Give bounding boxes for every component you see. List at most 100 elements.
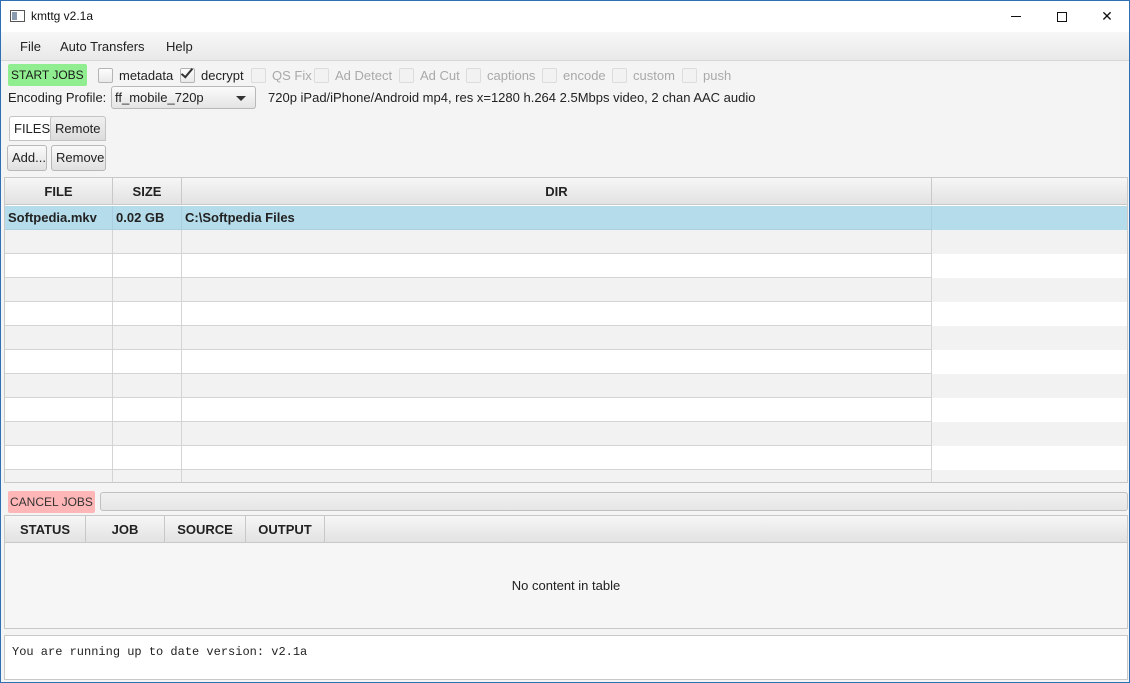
table-row[interactable]: Softpedia.mkv 0.02 GB C:\Softpedia Files xyxy=(5,206,1127,230)
close-button[interactable]: ✕ xyxy=(1084,1,1130,32)
column-header-output[interactable]: OUTPUT xyxy=(246,516,325,543)
table-cell-dir xyxy=(182,398,932,422)
table-cell-size xyxy=(113,398,182,422)
message-text: You are running up to date version: v2.1… xyxy=(12,645,308,659)
metadata-checkbox[interactable]: metadata xyxy=(98,67,173,83)
encoding-description: 720p iPad/iPhone/Android mp4, res x=1280… xyxy=(268,90,756,105)
cancel-jobs-button[interactable]: CANCEL JOBS xyxy=(8,491,95,513)
checkbox-label: decrypt xyxy=(201,67,244,83)
checkbox-box xyxy=(399,67,414,83)
checkbox-label: encode xyxy=(563,67,606,83)
remove-button[interactable]: Remove xyxy=(51,145,106,171)
maximize-icon xyxy=(1057,11,1067,22)
table-row[interactable] xyxy=(5,470,1127,482)
encode-checkbox: encode xyxy=(542,67,606,83)
start-jobs-button[interactable]: START JOBS xyxy=(8,64,87,86)
title-bar: kmttg v2.1a ✕ xyxy=(1,1,1129,32)
table-cell-file xyxy=(5,374,113,398)
app-icon xyxy=(10,10,25,22)
column-header-dir[interactable]: DIR xyxy=(182,178,932,205)
table-row[interactable] xyxy=(5,326,1127,350)
column-header-size[interactable]: SIZE xyxy=(113,178,182,205)
table-cell-size xyxy=(113,254,182,278)
table-row[interactable] xyxy=(5,374,1127,398)
jobs-table[interactable]: STATUS JOB SOURCE OUTPUT No content in t… xyxy=(4,515,1128,629)
checkbox-label: metadata xyxy=(119,67,174,83)
table-cell-size xyxy=(113,350,182,374)
table-row[interactable] xyxy=(5,422,1127,446)
table-cell-file xyxy=(5,326,113,350)
push-checkbox: push xyxy=(682,67,731,83)
checkbox-box xyxy=(682,67,697,83)
table-cell-file xyxy=(5,254,113,278)
checkbox-label: custom xyxy=(633,67,675,83)
checkbox-label: Ad Cut xyxy=(420,67,460,83)
checkbox-box xyxy=(542,67,557,83)
table-cell-dir xyxy=(182,326,932,350)
column-header-blank xyxy=(932,178,1127,205)
column-header-status[interactable]: STATUS xyxy=(5,516,86,543)
add-button[interactable]: Add... xyxy=(7,145,47,171)
ad-cut-checkbox: Ad Cut xyxy=(399,67,460,83)
files-table-header: FILE SIZE DIR xyxy=(5,178,1127,205)
table-cell-size xyxy=(113,470,182,482)
table-row[interactable] xyxy=(5,446,1127,470)
message-log[interactable]: You are running up to date version: v2.1… xyxy=(4,635,1128,680)
qs-fix-checkbox: QS Fix xyxy=(251,67,312,83)
encoding-profile-label: Encoding Profile: xyxy=(8,90,107,105)
table-row[interactable] xyxy=(5,254,1127,278)
window-title: kmttg v2.1a xyxy=(31,9,94,23)
checkbox-label: Ad Detect xyxy=(335,67,393,83)
tab-files[interactable]: FILES xyxy=(9,116,56,141)
checkmark-icon xyxy=(180,64,194,79)
table-cell-dir xyxy=(182,422,932,446)
table-cell-dir xyxy=(182,374,932,398)
custom-checkbox: custom xyxy=(612,67,675,83)
table-cell-size xyxy=(113,326,182,350)
close-icon: ✕ xyxy=(1101,8,1113,24)
table-row[interactable] xyxy=(5,350,1127,374)
maximize-button[interactable] xyxy=(1039,1,1085,32)
table-cell-file: Softpedia.mkv xyxy=(5,206,113,230)
table-row[interactable] xyxy=(5,230,1127,254)
menu-bar: File Auto Transfers Help xyxy=(1,32,1129,61)
table-cell-dir xyxy=(182,278,932,302)
table-cell-size xyxy=(113,422,182,446)
checkbox-label: push xyxy=(703,67,732,83)
checkbox-label: QS Fix xyxy=(272,67,312,83)
checkbox-box xyxy=(98,67,113,83)
tab-remote[interactable]: Remote xyxy=(50,116,106,141)
menu-help[interactable]: Help xyxy=(166,39,193,54)
checkbox-box xyxy=(314,67,329,83)
checkbox-box xyxy=(466,67,481,83)
column-header-job[interactable]: JOB xyxy=(86,516,165,543)
table-cell-size xyxy=(113,302,182,326)
captions-checkbox: captions xyxy=(466,67,535,83)
column-header-source[interactable]: SOURCE xyxy=(165,516,246,543)
table-cell-dir xyxy=(182,446,932,470)
files-table[interactable]: FILE SIZE DIR Softpedia.mkv 0.02 GB C:\Sof… xyxy=(4,177,1128,483)
table-cell-file xyxy=(5,398,113,422)
table-row[interactable] xyxy=(5,398,1127,422)
table-cell-file xyxy=(5,470,113,482)
checkbox-label: captions xyxy=(487,67,536,83)
table-row[interactable] xyxy=(5,302,1127,326)
table-cell-file xyxy=(5,278,113,302)
jobs-table-header: STATUS JOB SOURCE OUTPUT xyxy=(5,516,1127,543)
job-progress-bar xyxy=(100,492,1128,511)
decrypt-checkbox[interactable]: decrypt xyxy=(180,64,244,83)
table-cell-file xyxy=(5,230,113,254)
dropdown-arrow-icon xyxy=(236,96,246,101)
table-cell-dir xyxy=(182,470,932,482)
table-cell-size xyxy=(113,446,182,470)
table-cell-dir: C:\Softpedia Files xyxy=(182,206,932,230)
menu-auto-transfers[interactable]: Auto Transfers xyxy=(60,39,145,54)
table-row[interactable] xyxy=(5,278,1127,302)
column-header-file[interactable]: FILE xyxy=(5,178,113,205)
checkbox-box xyxy=(612,67,627,83)
encoding-profile-select[interactable]: ff_mobile_720p xyxy=(111,86,256,109)
menu-file[interactable]: File xyxy=(20,39,41,54)
encoding-profile-value: ff_mobile_720p xyxy=(115,90,204,105)
checkbox-box xyxy=(180,64,195,83)
minimize-button[interactable] xyxy=(993,1,1039,32)
